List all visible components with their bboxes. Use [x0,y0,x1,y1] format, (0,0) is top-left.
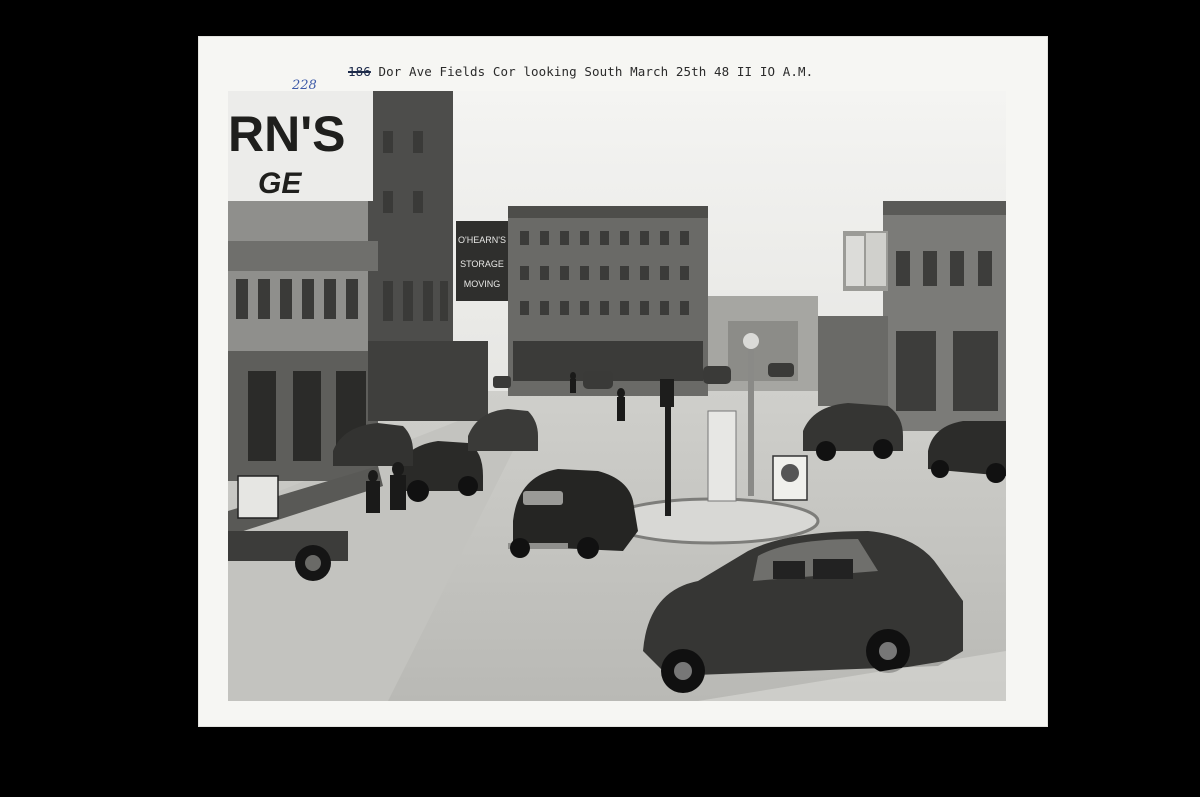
roof-sign-line1: O'HEARN'S [458,235,506,245]
traffic-signal [660,379,674,407]
billboard-top-text: RN'S [228,106,345,162]
struck-number: 186 [348,64,371,79]
photo-print: 186 Dor Ave Fields Cor looking South Mar… [198,36,1048,727]
street-lamp [748,341,754,496]
photo-caption: 186 Dor Ave Fields Cor looking South Mar… [348,64,813,79]
roof-sign-line2: STORAGE [460,259,504,269]
sandwich-board [707,410,737,502]
street-scene: RN'S GE O'HEARN'S STORAGE MOVING [228,91,1006,701]
roof-sign: O'HEARN'S STORAGE MOVING [456,221,508,301]
roof-sign-line3: MOVING [464,279,501,289]
street-photograph: RN'S GE O'HEARN'S STORAGE MOVING [228,91,1006,701]
traffic-island [606,497,820,545]
center-apartment-building [508,206,708,396]
billboard-bottom-text: GE [258,167,302,200]
right-building-block [818,201,1006,431]
caption-text: Dor Ave Fields Cor looking South March 2… [378,64,814,79]
